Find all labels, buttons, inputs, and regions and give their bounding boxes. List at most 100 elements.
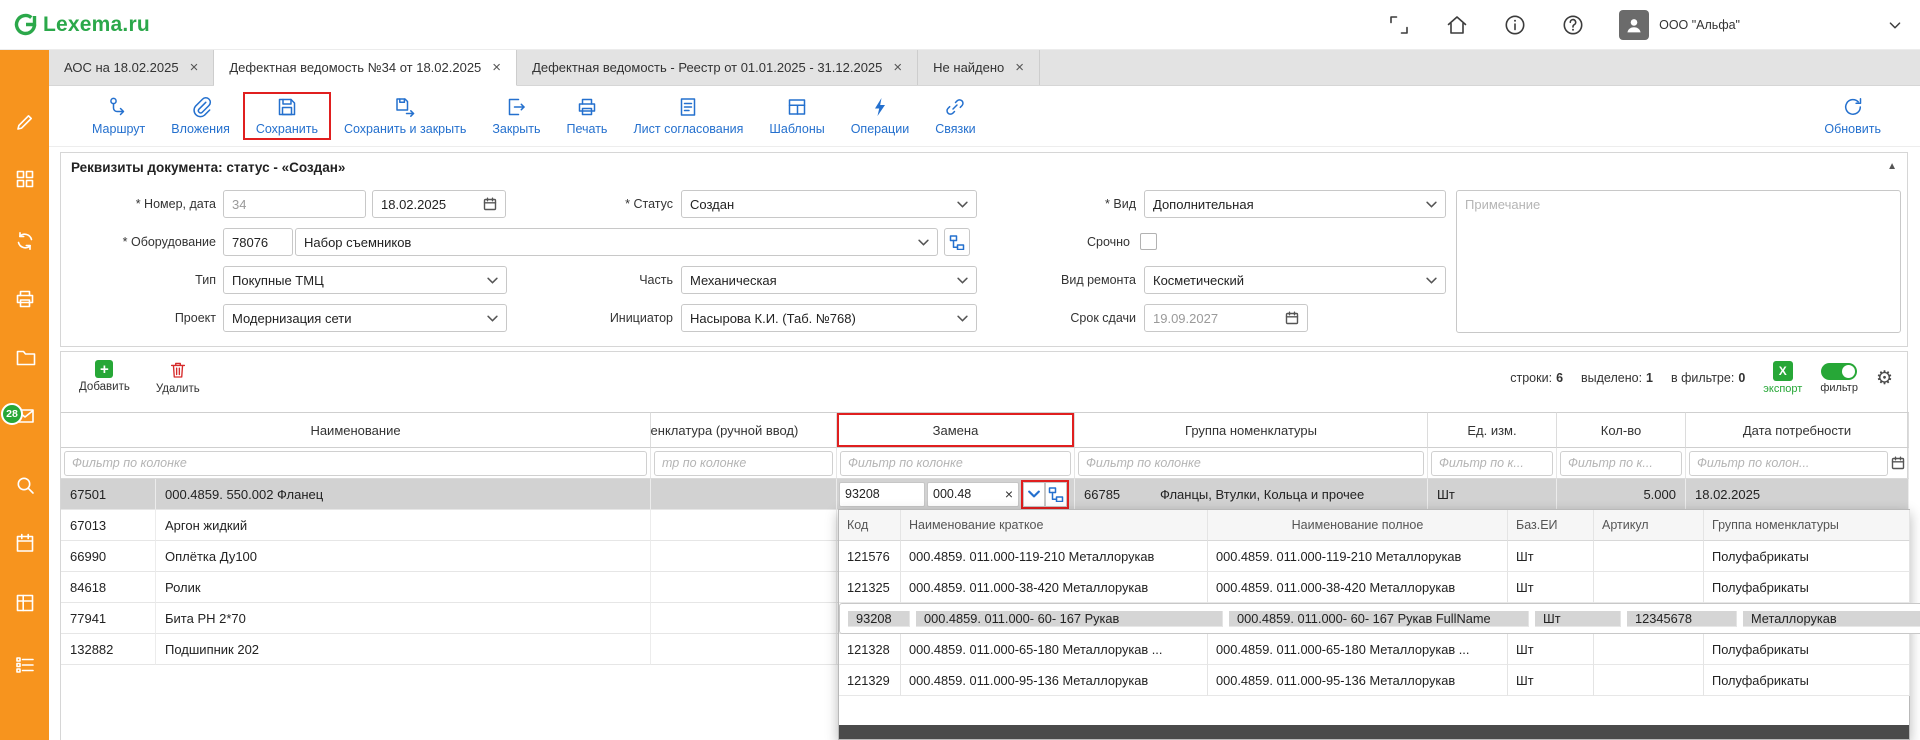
sidebar-item-calendar[interactable] [0, 529, 49, 557]
sidebar-item-edit[interactable] [0, 108, 49, 136]
sidebar-item-registers[interactable] [0, 589, 49, 617]
popup-row[interactable]: 121328 000.4859. 011.000-65-180 Металлор… [839, 634, 1909, 665]
link-icon [944, 96, 966, 118]
lightning-icon [869, 96, 891, 118]
column-header-quantity[interactable]: Кол-во [1557, 412, 1686, 448]
filter-toggle[interactable]: фильтр [1820, 363, 1858, 394]
tab-close-icon[interactable]: × [1015, 60, 1024, 75]
tab-aos[interactable]: АОС на 18.02.2025× [49, 50, 214, 85]
filter-input-quantity[interactable] [1560, 451, 1682, 476]
edit-icon [14, 111, 36, 133]
part-select[interactable]: Механическая [681, 266, 977, 294]
sidebar-item-documents[interactable] [0, 343, 49, 371]
mail-badge: 28 [1, 403, 23, 425]
chevron-down-icon[interactable] [1884, 14, 1906, 36]
popup-horizontal-scrollbar[interactable] [839, 725, 1909, 739]
approval-sheet-button[interactable]: Лист согласования [620, 92, 756, 140]
route-button[interactable]: Маршрут [79, 92, 158, 140]
urgent-checkbox[interactable] [1140, 233, 1157, 250]
app-logo[interactable]: Lexema.ru [12, 11, 150, 38]
column-header-group[interactable]: Группа номенклатуры [1075, 412, 1428, 448]
table-row[interactable]: 67501 000.4859. 550.002 Фланец 93208 000… [61, 479, 1907, 510]
due-date-label: Срок сдачи [986, 304, 1136, 332]
type-select[interactable]: Покупные ТМЦ [223, 266, 507, 294]
operations-button[interactable]: Операции [838, 92, 922, 140]
refresh-icon [1842, 96, 1864, 118]
initiator-select[interactable]: Насырова К.И. (Таб. №768) [681, 304, 977, 332]
chevron-down-icon [918, 239, 929, 246]
sidebar-item-tasks[interactable] [0, 651, 49, 679]
attachments-button[interactable]: Вложения [158, 92, 243, 140]
export-button[interactable]: X экспорт [1763, 361, 1802, 395]
filter-input-replacement[interactable] [840, 451, 1071, 476]
document-date-field[interactable]: 18.02.2025 [372, 190, 506, 218]
kind-select[interactable]: Дополнительная [1144, 190, 1446, 218]
replacement-tree-button[interactable] [1045, 482, 1067, 507]
tab-not-found[interactable]: Не найдено× [918, 50, 1040, 85]
filter-input-group[interactable] [1078, 451, 1424, 476]
filter-input-need-date[interactable] [1689, 451, 1888, 476]
popup-header-row: Код Наименование краткое Наименование по… [839, 510, 1909, 541]
status-select[interactable]: Создан [681, 190, 977, 218]
chevron-down-icon [1028, 490, 1040, 498]
collapse-section-icon[interactable]: ▲ [1887, 161, 1897, 172]
refresh-button[interactable]: Обновить [1811, 92, 1894, 140]
column-header-manual-nomenclature[interactable]: Номенклатура (ручной ввод) [651, 412, 837, 448]
project-label: Проект [66, 304, 216, 332]
sidebar-item-modules[interactable] [0, 165, 49, 193]
popup-row-selected[interactable]: 93208 000.4859. 011.000- 60- 167 Рукав 0… [839, 603, 1920, 634]
route-icon [108, 96, 130, 118]
tab-close-icon[interactable]: × [492, 60, 501, 75]
user-avatar[interactable] [1619, 10, 1649, 40]
print-button[interactable]: Печать [554, 92, 621, 140]
sidebar-item-print[interactable] [0, 285, 49, 313]
note-textarea[interactable] [1456, 190, 1901, 333]
column-header-need-date[interactable]: Дата потребности [1686, 412, 1909, 448]
top-header: Lexema.ru ООО "Альфа" [0, 0, 1920, 50]
templates-button[interactable]: Шаблоны [756, 92, 837, 140]
sidebar-item-mail[interactable]: 28 [0, 402, 49, 430]
popup-row[interactable]: 121325 000.4859. 011.000-38-420 Металлор… [839, 572, 1909, 603]
close-button[interactable]: Закрыть [479, 92, 553, 140]
column-header-replacement[interactable]: Замена [837, 412, 1075, 448]
repair-kind-select[interactable]: Косметический [1144, 266, 1446, 294]
initiator-label: Инициатор [523, 304, 673, 332]
replacement-dropdown-button[interactable] [1023, 482, 1045, 507]
sidebar-item-sync[interactable] [0, 227, 49, 255]
help-icon[interactable] [1561, 13, 1585, 37]
filtered-count: в фильтре:0 [1671, 371, 1745, 385]
excel-export-icon: X [1773, 361, 1793, 381]
filter-input-unit[interactable] [1431, 451, 1553, 476]
equipment-select[interactable]: Набор съемников [295, 228, 938, 256]
filter-input-manual-nomenclature[interactable] [654, 451, 833, 476]
tab-close-icon[interactable]: × [893, 60, 902, 75]
save-button[interactable]: Сохранить [243, 92, 331, 140]
home-icon[interactable] [1445, 13, 1469, 37]
tree-icon [1048, 486, 1064, 502]
replacement-name-input[interactable]: 000.48 × [927, 482, 1019, 507]
calendar-icon [1285, 311, 1299, 325]
filter-input-name[interactable] [64, 451, 647, 476]
tab-defect-sheet[interactable]: Дефектная ведомость №34 от 18.02.2025× [214, 50, 517, 86]
links-button[interactable]: Связки [922, 92, 988, 140]
equipment-tree-button[interactable] [944, 228, 970, 256]
equipment-code-field[interactable]: 78076 [223, 228, 293, 256]
table-header-row: Наименование Номенклатура (ручной ввод) … [61, 412, 1907, 448]
tab-close-icon[interactable]: × [190, 60, 199, 75]
tab-bar: АОС на 18.02.2025× Дефектная ведомость №… [49, 50, 1920, 86]
frame-icon[interactable] [1387, 13, 1411, 37]
add-row-button[interactable]: + Добавить [79, 360, 130, 395]
grid-settings-gear-icon[interactable]: ⚙ [1876, 369, 1893, 388]
popup-row[interactable]: 121576 000.4859. 011.000-119-210 Металло… [839, 541, 1909, 572]
save-and-close-button[interactable]: Сохранить и закрыть [331, 92, 479, 140]
popup-row[interactable]: 121329 000.4859. 011.000-95-136 Металлор… [839, 665, 1909, 696]
delete-row-button[interactable]: Удалить [156, 360, 200, 395]
column-header-unit[interactable]: Ед. изм. [1428, 412, 1557, 448]
sidebar-item-search[interactable] [0, 471, 49, 499]
column-header-name[interactable]: Наименование [61, 412, 651, 448]
info-icon[interactable] [1503, 13, 1527, 37]
replacement-code-input[interactable]: 93208 [839, 482, 925, 507]
tab-defect-register[interactable]: Дефектная ведомость - Реестр от 01.01.20… [517, 50, 918, 85]
project-select[interactable]: Модернизация сети [223, 304, 507, 332]
clear-icon[interactable]: × [1005, 486, 1013, 502]
